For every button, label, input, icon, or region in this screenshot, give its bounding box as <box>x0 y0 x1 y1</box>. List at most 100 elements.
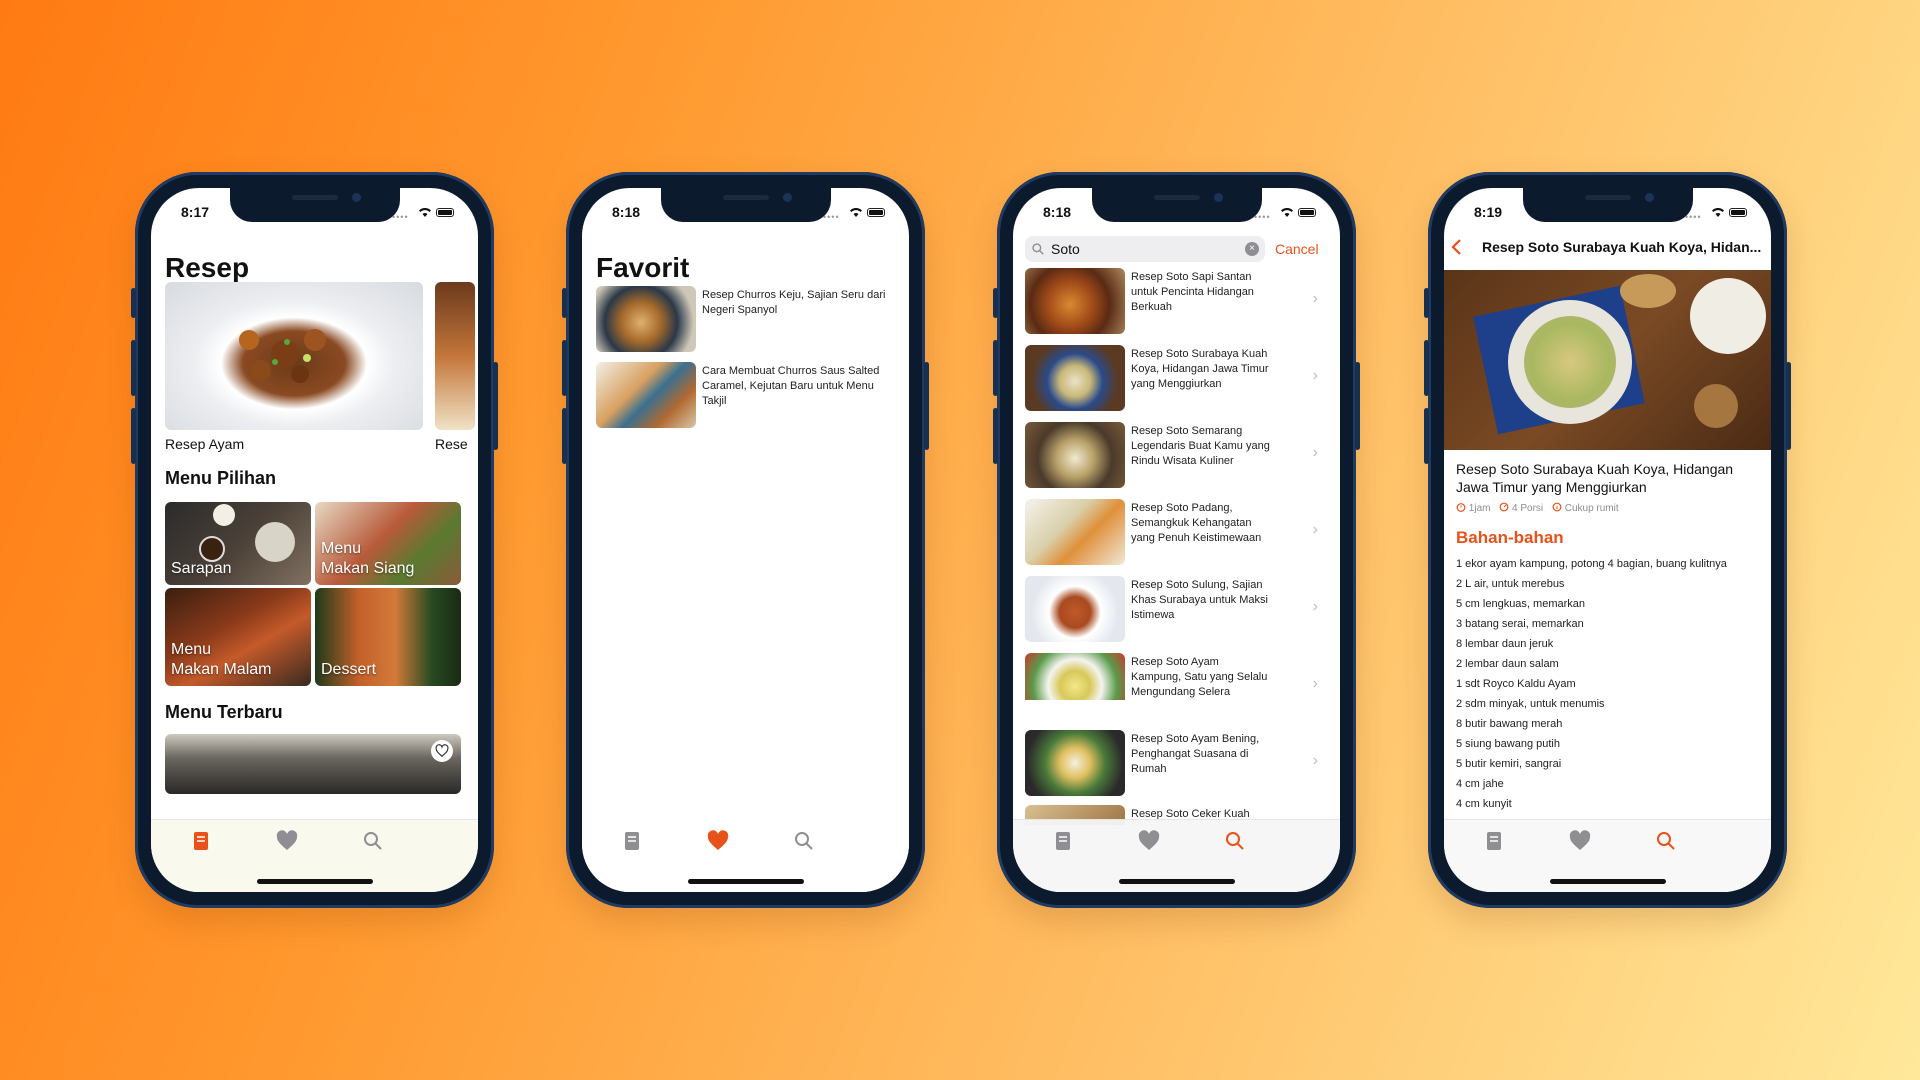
tile-label: Menu Makan Siang <box>321 540 415 577</box>
list-item[interactable]: Resep Soto Sulung, Sajian Khas Surabaya … <box>1025 576 1328 642</box>
tab-resep[interactable] <box>1482 830 1506 852</box>
alarm-clock-icon <box>1456 503 1466 512</box>
signal-icon: •••• <box>1685 212 1702 222</box>
home-indicator[interactable] <box>256 879 373 884</box>
cancel-button[interactable]: Cancel <box>1275 241 1319 257</box>
wifi-icon <box>850 208 862 217</box>
ingredients-title: Bahan-bahan <box>1456 528 1564 547</box>
list-item[interactable]: Cara Membuat Churros Saus Salted Caramel… <box>596 362 894 430</box>
search-results-list[interactable]: Resep Soto Sapi Santan untuk Pencinta Hi… <box>1013 268 1340 700</box>
search-field[interactable]: Soto × <box>1025 236 1265 262</box>
signal-icon: •••• <box>392 212 409 222</box>
tab-resep[interactable] <box>620 830 644 852</box>
tile-label: Sarapan <box>171 560 232 577</box>
meta-difficulty: Cukup rumit <box>1564 503 1619 514</box>
status-time: 8:17 <box>181 204 210 220</box>
home-indicator[interactable] <box>1118 879 1235 884</box>
tab-search[interactable] <box>1223 830 1247 852</box>
tab-bar <box>1013 819 1340 892</box>
tile-makan-malam[interactable]: Menu Makan Malam <box>165 588 311 686</box>
list-item[interactable]: Resep Soto Semarang Legendaris Buat Kamu… <box>1025 422 1328 488</box>
favorit-screen: 8:18 •••• Favorit Resep Churros Keju, Sa… <box>582 188 909 892</box>
recipe-title: Resep Soto Sulung, Sajian Khas Surabaya … <box>1131 579 1268 621</box>
recipe-title: Cara Membuat Churros Saus Salted Caramel… <box>702 365 880 407</box>
recipe-thumbnail <box>1025 268 1125 334</box>
list-item[interactable]: Resep Churros Keju, Sajian Seru dari Neg… <box>596 286 894 354</box>
recipe-thumbnail <box>596 286 696 352</box>
back-chevron-icon[interactable] <box>1450 238 1464 256</box>
tab-favorit[interactable] <box>275 830 299 852</box>
ingredient-item: 1 sdt Royco Kaldu Ayam <box>1456 678 1576 690</box>
recipe-title: Resep Churros Keju, Sajian Seru dari Neg… <box>702 289 886 316</box>
page-title: Favorit <box>596 252 690 283</box>
recipe-title: Resep Soto Surabaya Kuah Koya, Hidangan … <box>1456 461 1734 495</box>
battery-icon <box>1729 208 1747 217</box>
chicken-dish-image <box>239 329 326 383</box>
tab-resep[interactable] <box>1051 830 1075 852</box>
search-input[interactable]: Soto <box>1051 241 1080 257</box>
recipe-meta: 1jam 4 Porsi Cukup rumit <box>1456 502 1619 516</box>
status-time: 8:18 <box>612 204 641 220</box>
meta-portion: 4 Porsi <box>1512 503 1544 514</box>
search-icon <box>1032 243 1044 255</box>
tile-label: Menu Makan Malam <box>171 641 272 678</box>
detail-screen: 8:19 •••• Resep Soto Surabaya Kuah Koya,… <box>1444 188 1771 892</box>
tab-favorit[interactable] <box>706 830 730 852</box>
section-title-menu-terbaru: Menu Terbaru <box>165 702 283 722</box>
list-item[interactable]: Resep Soto Sapi Santan untuk Pencinta Hi… <box>1025 268 1328 334</box>
tile-sarapan[interactable]: Sarapan <box>165 502 311 585</box>
ingredient-item: 4 cm kunyit <box>1456 798 1512 810</box>
ingredient-item: 1 ekor ayam kampung, potong 4 bagian, bu… <box>1456 558 1727 570</box>
carousel-card-resep-ayam[interactable] <box>165 282 423 430</box>
recipe-title: Resep Soto Sapi Santan untuk Pencinta Hi… <box>1131 271 1254 313</box>
home-indicator[interactable] <box>1549 879 1666 884</box>
recipe-thumbnail <box>1025 730 1125 796</box>
home-indicator[interactable] <box>687 879 804 884</box>
tile-dessert[interactable]: Dessert <box>315 588 461 686</box>
list-item[interactable]: Resep Soto Ayam Kampung, Satu yang Selal… <box>1025 653 1328 700</box>
nav-title: Resep Soto Surabaya Kuah Koya, Hidan... <box>1482 239 1762 255</box>
ingredient-item: 8 lembar daun jeruk <box>1456 638 1554 650</box>
phone-detail: 8:19 •••• Resep Soto Surabaya Kuah Koya,… <box>1424 172 1791 908</box>
battery-icon <box>867 208 885 217</box>
carousel-label: Rese <box>435 436 468 452</box>
chevron-right-icon: › <box>1312 598 1318 615</box>
tile-makan-siang[interactable]: Menu Makan Siang <box>315 502 461 585</box>
ingredient-item: 2 lembar daun salam <box>1456 658 1559 670</box>
ingredient-item: 2 sdm minyak, untuk menumis <box>1456 698 1605 710</box>
status-bar: 8:18 •••• <box>1013 200 1340 224</box>
tab-resep[interactable] <box>189 830 213 852</box>
status-bar: 8:19 •••• <box>1444 200 1771 224</box>
list-item[interactable]: Resep Soto Surabaya Kuah Koya, Hidangan … <box>1025 345 1328 411</box>
signal-icon: •••• <box>1254 212 1271 222</box>
tab-search[interactable] <box>361 830 385 852</box>
ingredient-item: 2 L air, untuk merebus <box>1456 578 1565 590</box>
tab-search[interactable] <box>792 830 816 852</box>
carousel-label: Resep Ayam <box>165 436 245 452</box>
recipe-title: Resep Soto Semarang Legendaris Buat Kamu… <box>1131 425 1270 467</box>
section-title-menu-pilihan: Menu Pilihan <box>165 468 277 488</box>
latest-menu-card[interactable] <box>165 734 461 794</box>
recipe-title: Resep Soto Padang, Semangkuk Kehangatan … <box>1131 502 1262 544</box>
status-bar: 8:18 •••• <box>582 200 909 224</box>
signal-icon: •••• <box>823 212 840 222</box>
list-item[interactable]: Resep Soto Padang, Semangkuk Kehangatan … <box>1025 499 1328 565</box>
carousel-card-2[interactable] <box>435 282 475 430</box>
recipe-title: Resep Soto Ayam Kampung, Satu yang Selal… <box>1131 656 1268 698</box>
chevron-right-icon: › <box>1312 675 1318 692</box>
phone-home: 8:17 •••• Resep Resep Ayam Rese Menu Pil… <box>131 172 498 908</box>
tab-favorit[interactable] <box>1568 830 1592 852</box>
tab-search[interactable] <box>1654 830 1678 852</box>
tab-favorit[interactable] <box>1137 830 1161 852</box>
clear-button[interactable]: × <box>1245 242 1259 256</box>
phone-search: 8:18 •••• Soto × Cancel Resep Soto Sapi … <box>993 172 1360 908</box>
favorite-button[interactable] <box>431 740 453 762</box>
recipe-thumbnail <box>1025 653 1125 700</box>
recipe-title: Resep Soto Surabaya Kuah Koya, Hidangan … <box>1131 348 1269 390</box>
status-time: 8:18 <box>1043 204 1072 220</box>
recipe-hero-image <box>1444 270 1771 450</box>
recipe-thumbnail <box>1025 499 1125 565</box>
list-item[interactable]: Resep Soto Ayam Bening, Penghangat Suasa… <box>1025 730 1328 796</box>
battery-icon <box>1298 208 1316 217</box>
page-title: Resep <box>165 252 250 283</box>
